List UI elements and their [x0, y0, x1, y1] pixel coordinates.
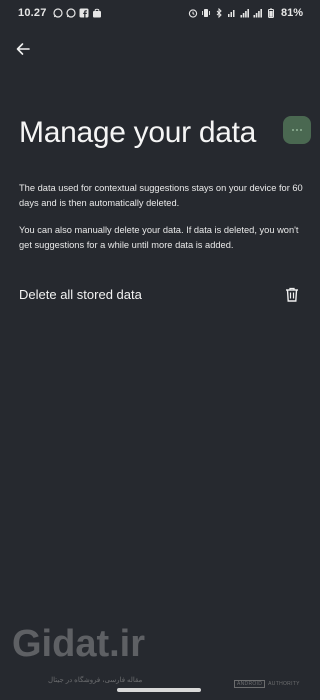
battery-icon — [266, 8, 276, 18]
vibrate-icon — [201, 8, 211, 18]
battery-percentage: 81% — [280, 7, 303, 19]
status-bar: 10.27 81% — [0, 0, 317, 26]
shopping-bag-icon — [92, 8, 102, 18]
android-authority-badge: ANDROID AUTHORITY — [234, 680, 300, 688]
authority-text: AUTHORITY — [268, 681, 300, 687]
alarm-icon — [188, 8, 198, 18]
arrow-back-icon — [16, 43, 30, 55]
back-button[interactable] — [12, 38, 34, 60]
status-time: 10.27 — [18, 7, 47, 19]
description-manual-delete: You can also manually delete your data. … — [19, 225, 299, 250]
whatsapp-icon — [52, 8, 63, 18]
whatsapp-icon — [65, 8, 76, 18]
volte-signal-icon — [227, 8, 237, 18]
delete-all-data-label: Delete all stored data — [19, 286, 142, 302]
gidat-watermark-logo: Gidat.ir — [8, 622, 148, 665]
trash-icon[interactable] — [283, 285, 301, 303]
watermark-logo-text: Gidat.ir — [12, 623, 145, 662]
signal-icon — [253, 8, 263, 18]
home-indicator[interactable] — [117, 688, 201, 692]
facebook-icon — [79, 8, 89, 18]
watermark-subtext: مقاله فارسی، فروشگاه در جیتال — [48, 677, 143, 684]
signal-icon — [240, 8, 250, 18]
bluetooth-icon — [214, 8, 224, 18]
authority-box: ANDROID — [234, 680, 266, 688]
floating-bubble-icon[interactable] — [283, 116, 311, 144]
delete-all-data-row[interactable]: Delete all stored data — [0, 280, 317, 308]
page-title: Manage your data — [19, 116, 257, 149]
status-left: 10.27 — [18, 7, 102, 19]
status-right: 81% — [188, 7, 303, 19]
description-retention: The data used for contextual suggestions… — [19, 183, 303, 208]
